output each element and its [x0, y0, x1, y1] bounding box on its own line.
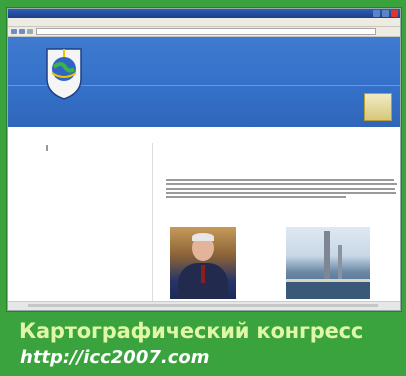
site-banner [8, 37, 400, 127]
president-photo [170, 227, 236, 299]
minimize-icon[interactable] [373, 10, 380, 17]
sidebar-menu [46, 145, 138, 151]
globe-emblem-icon [46, 48, 82, 100]
address-bar[interactable] [36, 28, 376, 35]
caption-url[interactable]: http://icc2007.com [20, 347, 210, 368]
status-bar [8, 301, 400, 310]
intro-paragraph [166, 179, 398, 200]
award-badge-icon[interactable] [364, 93, 392, 121]
window-titlebar [8, 9, 400, 18]
menu-bar [8, 18, 400, 27]
home-icon[interactable] [27, 29, 33, 34]
maximize-icon[interactable] [382, 10, 389, 17]
forward-icon[interactable] [19, 29, 25, 34]
back-icon[interactable] [11, 29, 17, 34]
browser-screenshot [7, 8, 401, 311]
column-divider [152, 143, 153, 303]
close-icon[interactable] [391, 10, 398, 17]
browser-toolbar [8, 27, 400, 37]
moscow-photo [286, 227, 370, 299]
sidebar-header [46, 145, 139, 151]
caption-title: Картографический конгресс [19, 319, 364, 343]
web-page [8, 37, 400, 310]
